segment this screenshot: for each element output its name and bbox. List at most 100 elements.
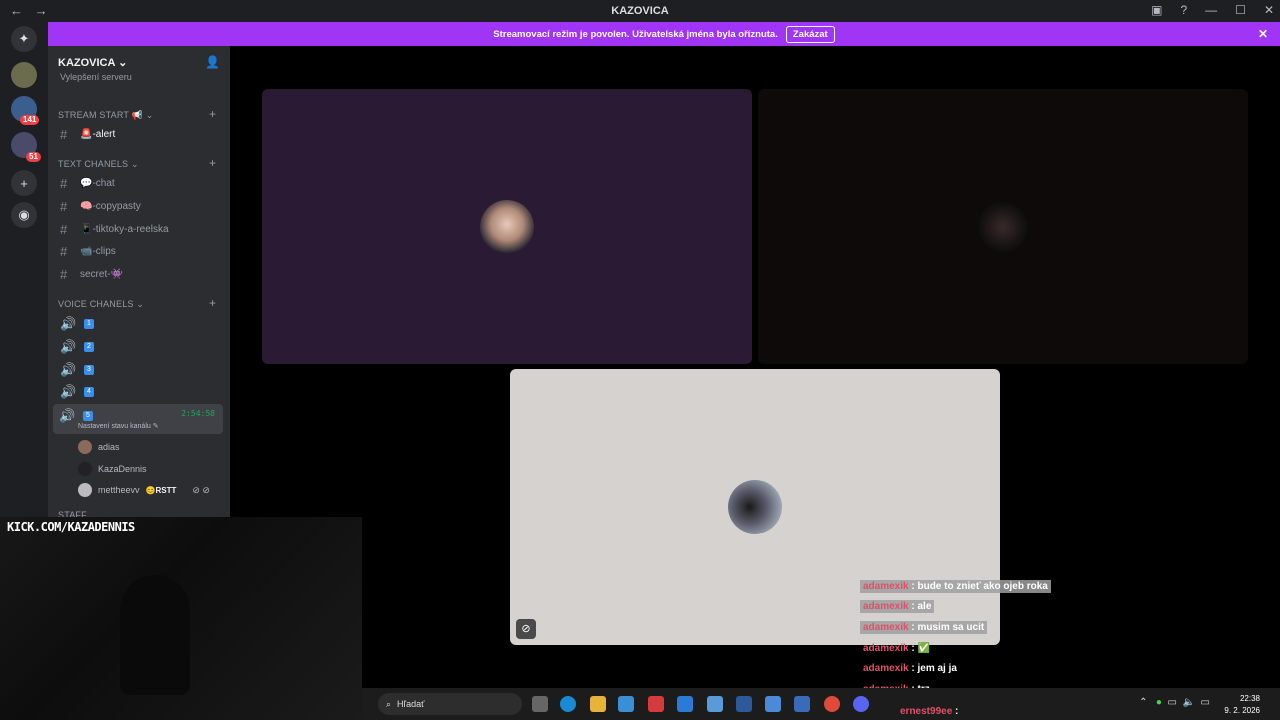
title-bar: ← → KAZOVICA ▣ ? — ☐ ✕	[0, 0, 1280, 22]
volume-icon[interactable]: 🔈	[1183, 697, 1195, 708]
inbox-icon[interactable]: ▣	[1151, 3, 1162, 17]
voice-stage: ⊘	[230, 46, 1280, 720]
server-icon-kazovica[interactable]	[11, 62, 37, 88]
channel-status-setting[interactable]: Nastavení stavu kanálu ✎	[78, 422, 159, 430]
app-icon-download[interactable]	[736, 696, 752, 712]
voice-label: 5	[83, 411, 93, 421]
channel-alert[interactable]: # 🚨-alert	[60, 127, 115, 142]
mention-badge: 51	[26, 152, 41, 162]
chat-message: ernest99ee :	[900, 706, 959, 717]
clock-time: 22:38	[1239, 694, 1260, 703]
chat-message: adamexik : bude to znieť ako ojeb roka	[860, 580, 1051, 593]
voice-label: 4	[84, 387, 94, 397]
channel-chat[interactable]: # 💬-chat	[60, 176, 115, 191]
participant-tile-1[interactable]	[262, 89, 752, 364]
window-controls: ▣ ? — ☐ ✕	[1151, 3, 1274, 17]
voice-member[interactable]: KazaDennis	[78, 462, 147, 476]
hash-icon: #	[60, 176, 68, 191]
server-boost-item[interactable]: Vylepšení serveru	[60, 72, 132, 82]
category-stream-start[interactable]: STREAM START 📢 ⌄	[58, 110, 153, 121]
chrome-icon[interactable]	[824, 696, 840, 712]
category-text-channels[interactable]: TEXT CHANELS ⌄	[58, 159, 139, 170]
store-icon[interactable]	[618, 696, 634, 712]
close-icon[interactable]: ✕	[1258, 27, 1268, 41]
discord-home-icon[interactable]: ✦	[11, 26, 37, 52]
task-view-icon[interactable]	[532, 696, 548, 712]
avatar	[78, 483, 92, 497]
add-channel-icon[interactable]: +	[209, 156, 216, 170]
help-icon[interactable]: ?	[1180, 3, 1187, 17]
file-explorer-icon[interactable]	[590, 696, 606, 712]
voice-label: 1	[84, 319, 94, 329]
voice-channel-3[interactable]: 🔊 3	[60, 362, 94, 378]
avatar	[78, 462, 92, 476]
windows-taskbar: ⌕ Hľadať ernest99ee : ⌃ ● ▭ 🔈 ▭ 22:38 9. …	[362, 688, 1280, 720]
banner-text: Streamovací režim je povolen. Uživatelsk…	[493, 28, 778, 40]
chat-message: adamexik : musim sa ucit	[860, 621, 988, 634]
app-icon-a[interactable]	[677, 696, 693, 712]
kick-channel-overlay: KICK.COM/KAZADENNIS	[7, 520, 135, 534]
channel-secret[interactable]: # secret-👾	[60, 267, 123, 282]
server-name-header[interactable]: KAZOVICA ⌄	[58, 56, 127, 69]
hash-icon: #	[60, 127, 68, 142]
mention-badge: 141	[20, 115, 40, 125]
maximize-icon[interactable]: ☐	[1235, 3, 1246, 17]
server-rail: ✦ 141 51 + ◉	[0, 22, 48, 520]
speaker-icon: 🔊	[60, 362, 77, 377]
system-tray: ⌃ ● ▭ 🔈 ▭	[1139, 697, 1210, 708]
explore-icon[interactable]: ◉	[11, 202, 37, 228]
hash-icon: #	[60, 267, 68, 282]
participant-avatar	[976, 200, 1030, 254]
microphone-icon[interactable]: ●	[1156, 697, 1162, 708]
mail-icon[interactable]	[765, 696, 781, 712]
voice-channel-2[interactable]: 🔊 2	[60, 339, 94, 355]
battery-icon[interactable]: ▭	[1201, 697, 1210, 708]
streamer-mode-banner: Streamovací režim je povolen. Uživatelsk…	[48, 22, 1280, 46]
disable-streamer-mode-button[interactable]: Zakázat	[785, 25, 835, 43]
taskbar-clock[interactable]: 22:38 9. 2. 2026	[1224, 693, 1260, 717]
add-channel-icon[interactable]: +	[209, 107, 216, 121]
speaker-icon: 🔊	[60, 339, 77, 354]
close-window-icon[interactable]: ✕	[1264, 3, 1274, 17]
speaker-icon: 🔊	[60, 316, 77, 331]
network-icon[interactable]: ▭	[1168, 697, 1177, 708]
participant-avatar	[728, 480, 782, 534]
clock-date: 9. 2. 2026	[1224, 706, 1260, 715]
voice-channel-4[interactable]: 🔊 4	[60, 384, 94, 400]
channel-clips[interactable]: # 📹-clips	[60, 244, 116, 259]
speaker-icon: 🔊	[60, 384, 77, 399]
discord-taskbar-icon[interactable]	[853, 696, 869, 712]
avatar	[78, 440, 92, 454]
window-title: KAZOVICA	[611, 5, 669, 17]
muted-icon: ⊘ ⊘	[192, 484, 210, 495]
voice-label: 2	[84, 342, 94, 352]
participant-tile-2[interactable]	[758, 89, 1248, 364]
voice-timer: 2:54:58	[181, 409, 215, 418]
app-icon-word[interactable]	[707, 696, 723, 712]
edge-icon[interactable]	[560, 696, 576, 712]
channel-copypasty[interactable]: # 🧠-copypasty	[60, 199, 141, 214]
category-voice-channels[interactable]: VOICE CHANELS ⌄	[58, 299, 144, 310]
member-tag: 😊RSTT	[145, 485, 177, 495]
chat-message: adamexik : ale	[860, 600, 935, 613]
app-icon-doc[interactable]	[794, 696, 810, 712]
voice-label: 3	[84, 365, 94, 375]
muted-icon: ⊘	[516, 619, 536, 639]
invite-people-icon[interactable]: 👤	[205, 55, 220, 69]
participant-avatar	[480, 200, 534, 254]
webcam-person	[120, 575, 190, 695]
speaker-icon: 🔊	[59, 408, 76, 423]
channel-tiktoky[interactable]: # 📱-tiktoky-a-reelska	[60, 222, 169, 237]
search-icon: ⌕	[386, 698, 392, 709]
taskbar-search[interactable]: ⌕ Hľadať	[378, 693, 522, 715]
app-icon-l[interactable]	[648, 696, 664, 712]
channel-sidebar: KAZOVICA ⌄ 👤 Vylepšení serveru STREAM ST…	[48, 46, 230, 520]
voice-member[interactable]: mettheevv 😊RSTT ⊘ ⊘	[78, 483, 210, 497]
minimize-icon[interactable]: —	[1205, 3, 1217, 17]
add-channel-icon[interactable]: +	[209, 296, 216, 310]
voice-member[interactable]: adias	[78, 440, 120, 454]
add-server-icon[interactable]: +	[11, 170, 37, 196]
chevron-up-icon[interactable]: ⌃	[1139, 697, 1147, 708]
voice-channel-1[interactable]: 🔊 1	[60, 316, 94, 332]
voice-channel-5-active[interactable]: 🔊 5 2:54:58 Nastavení stavu kanálu ✎	[53, 404, 223, 434]
